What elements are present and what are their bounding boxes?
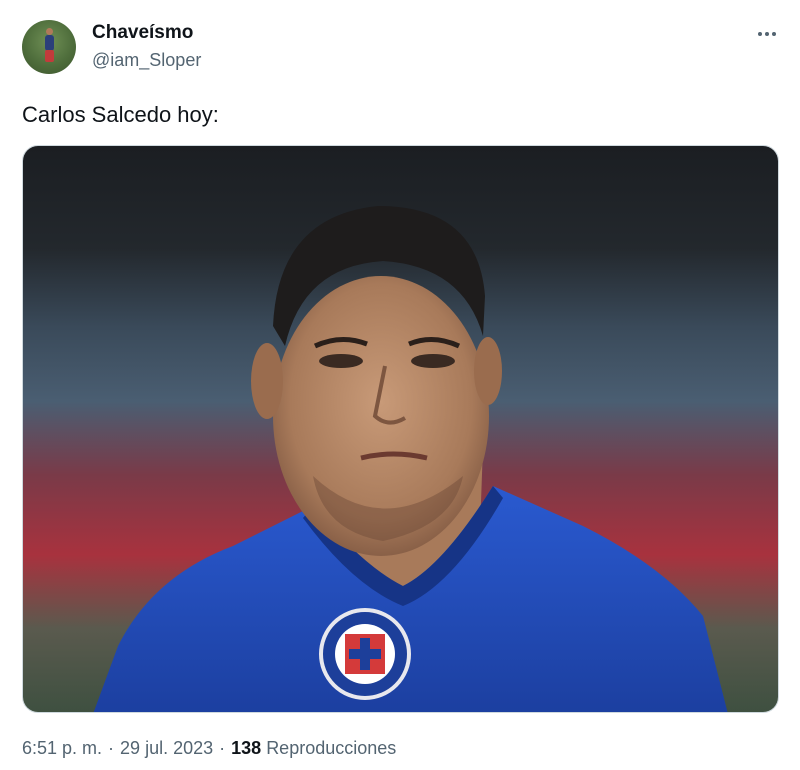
tweet-time-link[interactable]: 6:51 p. m. · 29 jul. 2023 xyxy=(22,738,213,758)
avatar-player-legs xyxy=(45,50,54,62)
tweet-meta: 6:51 p. m. · 29 jul. 2023 · 138 Reproduccion… xyxy=(22,736,396,760)
tweet-photo[interactable] xyxy=(22,145,779,713)
tweet-time: 6:51 p. m. xyxy=(22,738,103,758)
tweet: Chaveísmo @iam_Sloper Carlos Salcedo hoy… xyxy=(0,0,800,770)
author-handle[interactable]: @iam_Sloper xyxy=(92,49,201,71)
avatar[interactable] xyxy=(22,20,76,74)
author-name[interactable]: Chaveísmo xyxy=(92,22,193,44)
tweet-text: Carlos Salcedo hoy: xyxy=(22,102,219,127)
separator: · xyxy=(219,738,226,758)
more-horizontal-icon-dot xyxy=(765,32,769,36)
tweet-date: 29 jul. 2023 xyxy=(120,738,214,758)
photo-player-portrait xyxy=(23,146,778,712)
views-count: 138 xyxy=(231,738,262,758)
more-options-button[interactable] xyxy=(750,22,784,46)
views-label: Reproducciones xyxy=(266,738,397,758)
avatar-player-head xyxy=(46,28,53,35)
avatar-player-body xyxy=(45,35,54,51)
more-horizontal-icon xyxy=(758,32,762,36)
more-horizontal-icon-dot xyxy=(772,32,776,36)
separator: · xyxy=(108,738,115,758)
